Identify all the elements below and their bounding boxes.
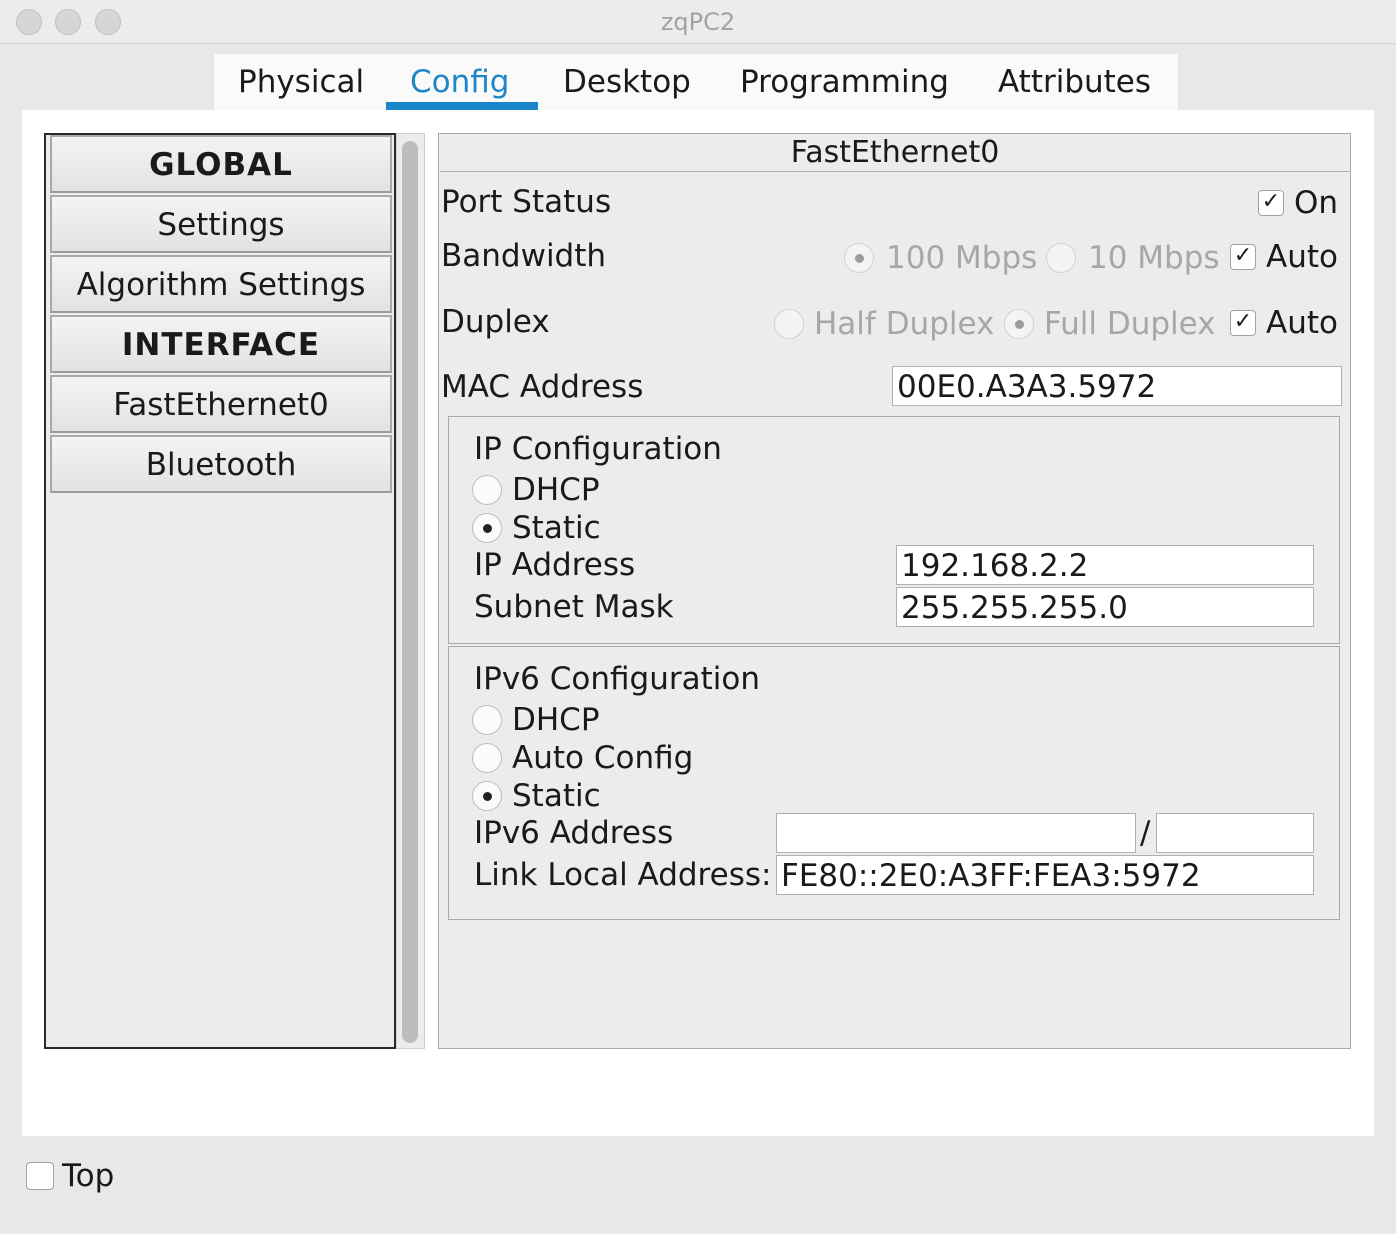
config-sidebar: GLOBAL Settings Algorithm Settings INTER… [44, 133, 396, 1049]
checkmark-icon: ✓ [1233, 309, 1253, 334]
checkmark-icon: ✓ [1261, 189, 1281, 214]
tab-config[interactable]: Config [410, 64, 509, 100]
ip-dhcp-radio[interactable] [472, 475, 502, 505]
ipv6-static-radio[interactable] [472, 781, 502, 811]
port-status-on-label: On [1294, 185, 1339, 221]
ipv6-address-label: IPv6 Address [474, 815, 674, 851]
link-local-label: Link Local Address: [474, 857, 772, 893]
bandwidth-100-radio[interactable] [844, 243, 874, 273]
sidebar-item-algorithm-settings[interactable]: Algorithm Settings [50, 255, 392, 313]
ipv6-auto-config-label: Auto Config [512, 740, 694, 776]
link-local-field[interactable]: FE80::2E0:A3FF:FEA3:5972 [776, 855, 1314, 895]
tab-physical[interactable]: Physical [238, 64, 364, 100]
duplex-half-radio[interactable] [774, 309, 804, 339]
bandwidth-auto-checkbox[interactable]: ✓ [1230, 244, 1256, 270]
top-checkbox[interactable] [26, 1162, 54, 1190]
ip-static-radio[interactable] [472, 513, 502, 543]
title-bar: zqPC2 [0, 0, 1396, 44]
ip-dhcp-label: DHCP [512, 472, 600, 508]
subnet-mask-field[interactable]: 255.255.255.0 [896, 587, 1314, 627]
sidebar-item-settings[interactable]: Settings [50, 195, 392, 253]
ipv6-prefix-field[interactable] [1156, 813, 1314, 853]
checkmark-icon: ✓ [1233, 243, 1253, 268]
duplex-full-radio[interactable] [1004, 309, 1034, 339]
ipv6-config-title: IPv6 Configuration [474, 661, 760, 697]
ipv6-prefix-separator: / [1140, 815, 1151, 851]
ip-static-label: Static [512, 510, 601, 546]
active-tab-indicator [386, 102, 538, 110]
duplex-auto-label: Auto [1266, 305, 1338, 341]
port-status-label: Port Status [441, 184, 612, 220]
ipv6-dhcp-radio[interactable] [472, 705, 502, 735]
ip-address-label: IP Address [474, 547, 636, 583]
tab-programming[interactable]: Programming [740, 64, 949, 100]
bandwidth-label: Bandwidth [441, 238, 607, 274]
sidebar-header-interface[interactable]: INTERFACE [50, 315, 392, 373]
sidebar-scrollbar-thumb[interactable] [402, 141, 418, 1043]
ip-config-title: IP Configuration [474, 431, 722, 467]
top-label: Top [62, 1158, 115, 1194]
mac-address-field[interactable]: 00E0.A3A3.5972 [892, 366, 1342, 406]
duplex-label: Duplex [441, 304, 550, 340]
duplex-half-label: Half Duplex [814, 306, 995, 342]
subnet-mask-label: Subnet Mask [474, 589, 674, 625]
tab-attributes[interactable]: Attributes [998, 64, 1151, 100]
panel-title: FastEthernet0 [440, 134, 1350, 172]
ipv6-auto-config-radio[interactable] [472, 743, 502, 773]
tab-desktop[interactable]: Desktop [563, 64, 691, 100]
bandwidth-100-label: 100 Mbps [886, 240, 1038, 276]
window-title: zqPC2 [660, 8, 736, 36]
sidebar-item-fastethernet0[interactable]: FastEthernet0 [50, 375, 392, 433]
duplex-full-label: Full Duplex [1044, 306, 1216, 342]
ipv6-static-label: Static [512, 778, 601, 814]
mac-address-label: MAC Address [441, 369, 644, 405]
sidebar-header-global[interactable]: GLOBAL [50, 135, 392, 193]
ip-address-field[interactable]: 192.168.2.2 [896, 545, 1314, 585]
sidebar-item-bluetooth[interactable]: Bluetooth [50, 435, 392, 493]
bandwidth-10-radio[interactable] [1046, 243, 1076, 273]
ipv6-dhcp-label: DHCP [512, 702, 600, 738]
ipv6-address-field[interactable] [776, 813, 1136, 853]
port-status-checkbox[interactable]: ✓ [1258, 190, 1284, 216]
bandwidth-10-label: 10 Mbps [1088, 240, 1220, 276]
duplex-auto-checkbox[interactable]: ✓ [1230, 310, 1256, 336]
bandwidth-auto-label: Auto [1266, 239, 1338, 275]
